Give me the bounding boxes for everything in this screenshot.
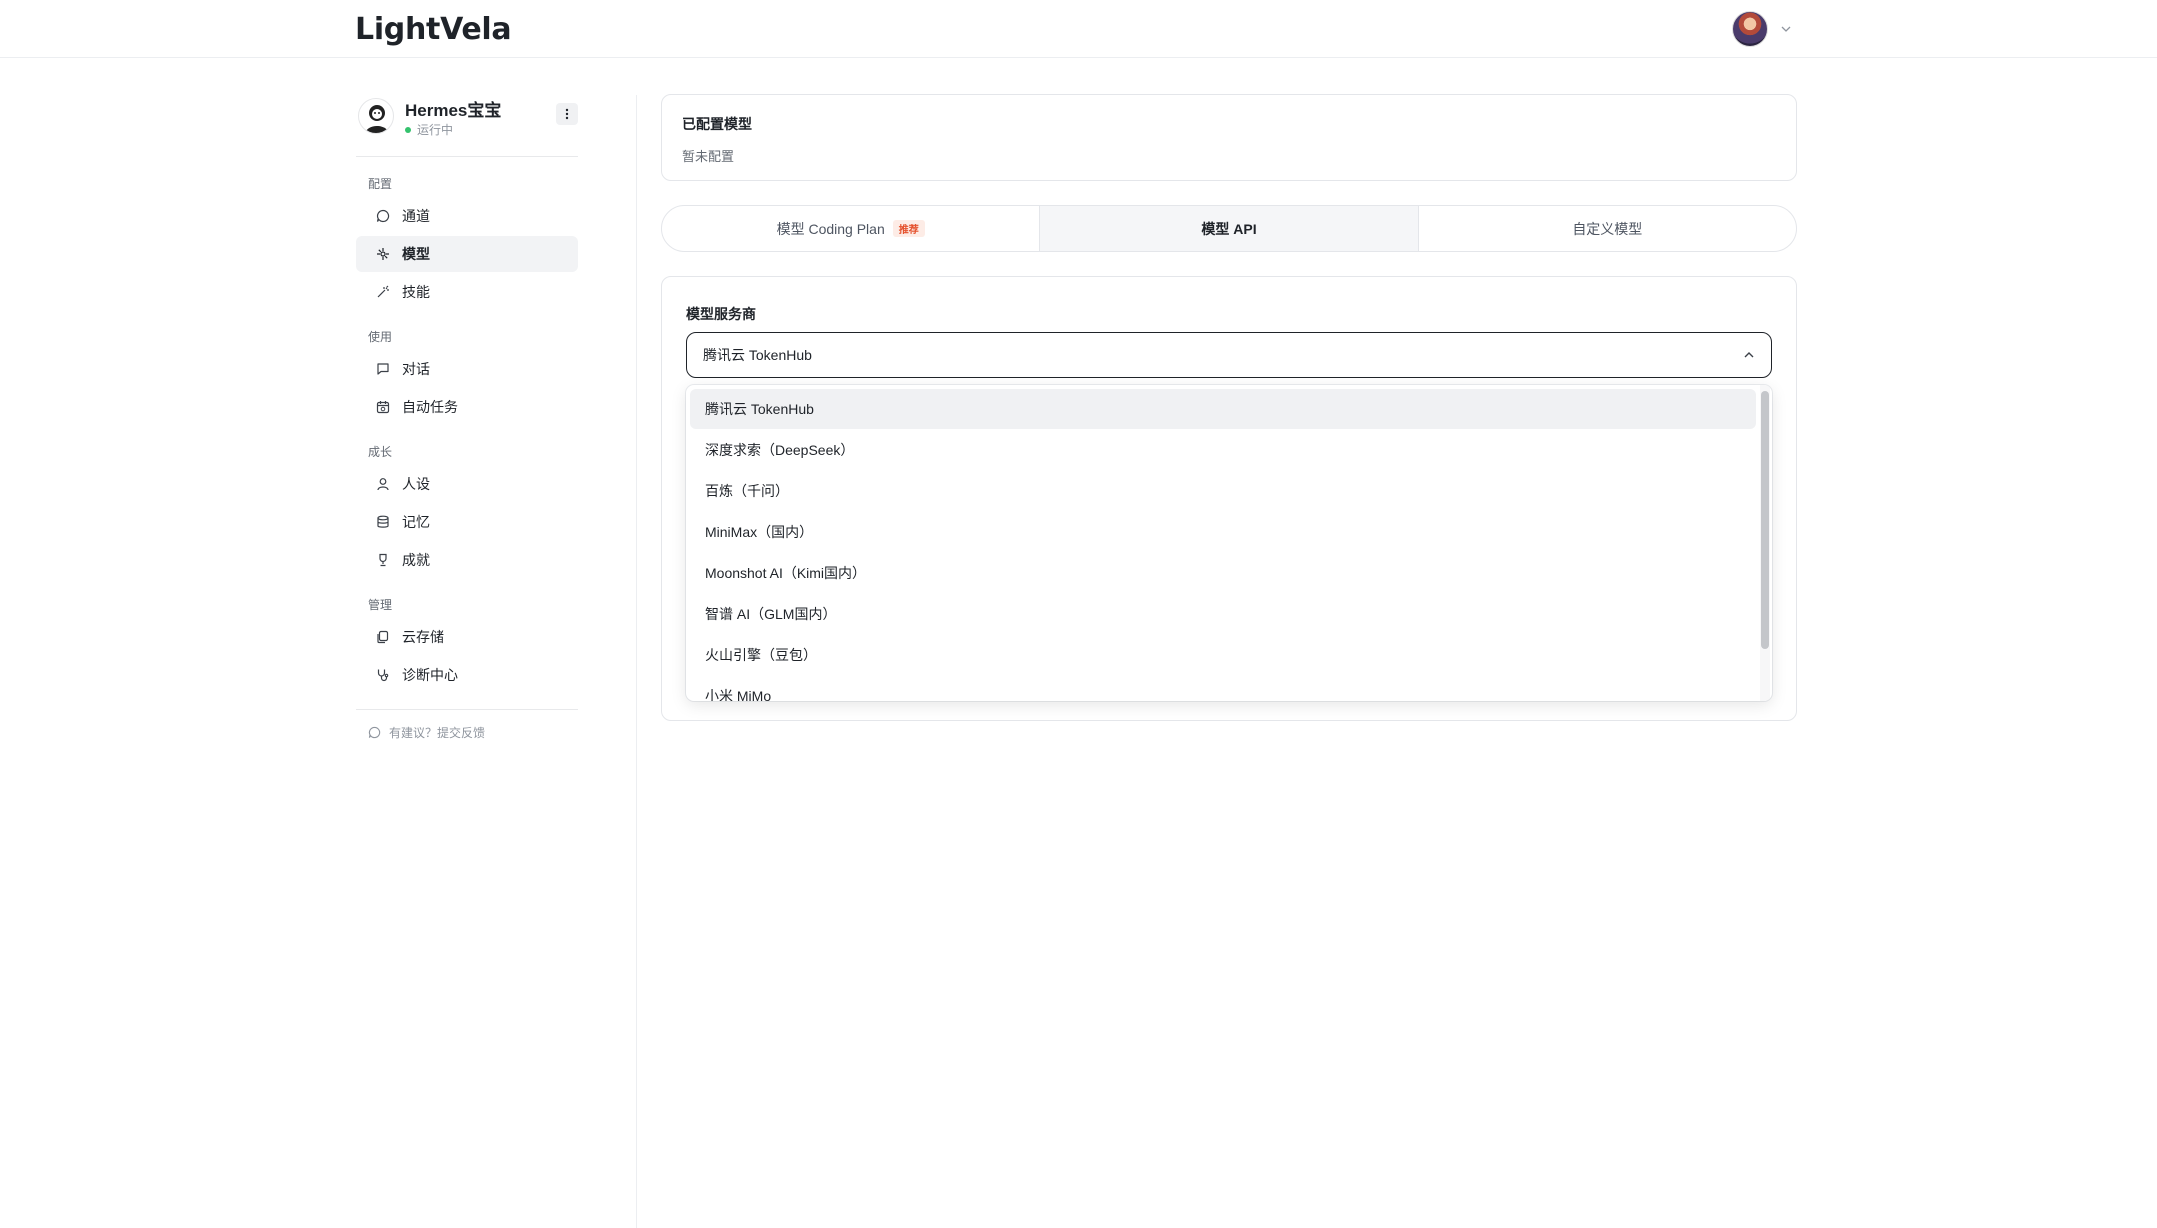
sidebar-item-label: 成就 xyxy=(402,552,430,568)
tab-custom-model[interactable]: 自定义模型 xyxy=(1419,206,1796,251)
provider-option-xiaomi-mimo[interactable]: 小米 MiMo xyxy=(690,676,1756,701)
model-type-tabs: 模型 Coding Plan 推荐 模型 API 自定义模型 xyxy=(661,205,1797,252)
sidebar-divider xyxy=(356,156,578,157)
provider-option-moonshot[interactable]: Moonshot AI（Kimi国内） xyxy=(690,553,1756,593)
tab-model-api[interactable]: 模型 API xyxy=(1040,206,1419,251)
chevron-down-icon xyxy=(1781,26,1791,32)
agent-name: Hermes宝宝 xyxy=(405,101,502,120)
agent-status: 运行中 xyxy=(405,121,453,138)
user-menu[interactable] xyxy=(1732,10,1792,48)
dropdown-scrollbar-thumb[interactable] xyxy=(1761,391,1769,649)
message-square-icon xyxy=(377,363,389,375)
group-label-manage: 管理 xyxy=(368,598,393,612)
sidebar-item-channels[interactable]: 通道 xyxy=(356,198,578,234)
tab-label: 模型 Coding Plan xyxy=(776,220,885,237)
provider-option-volcengine[interactable]: 火山引擎（豆包） xyxy=(690,635,1756,675)
provider-option-deepseek[interactable]: 深度求索（DeepSeek） xyxy=(690,430,1756,470)
sidebar-item-label: 自动任务 xyxy=(402,399,458,415)
provider-select-value: 腾讯云 TokenHub xyxy=(703,347,812,363)
sidebar: Hermes宝宝 运行中 配置 通道 模型 技能 使用 对话 自动任务 成长 人… xyxy=(356,92,578,741)
configured-models-title: 已配置模型 xyxy=(682,116,752,132)
sidebar-item-label: 云存储 xyxy=(402,629,444,645)
user-avatar[interactable] xyxy=(1732,11,1768,47)
provider-option-minimax[interactable]: MiniMax（国内） xyxy=(690,512,1756,552)
provider-option-tencent-tokenhub[interactable]: 腾讯云 TokenHub xyxy=(690,389,1756,429)
group-label-usage: 使用 xyxy=(368,330,393,344)
top-bar: LightVela xyxy=(0,0,2157,58)
feedback-text: 有建议？提交反馈 xyxy=(389,726,486,740)
brand-logo[interactable]: LightVela xyxy=(355,12,512,47)
sidebar-item-memory[interactable]: 记忆 xyxy=(356,504,578,540)
provider-option-bailian[interactable]: 百炼（千问） xyxy=(690,471,1756,511)
tab-label: 模型 API xyxy=(1201,220,1257,237)
trophy-icon xyxy=(379,553,387,567)
sidebar-item-label: 模型 xyxy=(402,246,430,262)
sidebar-item-model[interactable]: 模型 xyxy=(356,236,578,272)
sidebar-item-label: 对话 xyxy=(402,361,430,377)
agent-avatar xyxy=(358,98,394,134)
group-label-config: 配置 xyxy=(368,177,393,191)
sidebar-item-label: 通道 xyxy=(402,208,430,224)
provider-label: 模型服务商 xyxy=(686,306,756,322)
provider-option-list: 腾讯云 TokenHub 深度求索（DeepSeek） 百炼（千问） MiniM… xyxy=(690,389,1756,701)
sidebar-item-achievements[interactable]: 成就 xyxy=(356,542,578,578)
configured-models-empty: 暂未配置 xyxy=(682,149,735,164)
sidebar-item-label: 诊断中心 xyxy=(402,667,458,683)
provider-dropdown: 腾讯云 TokenHub 深度求索（DeepSeek） 百炼（千问） MiniM… xyxy=(686,385,1772,701)
model-icon xyxy=(377,248,389,260)
status-text: 运行中 xyxy=(417,123,454,137)
sidebar-item-chat[interactable]: 对话 xyxy=(356,351,578,387)
tab-label: 自定义模型 xyxy=(1572,220,1643,237)
chat-bubble-icon xyxy=(376,209,390,223)
database-icon xyxy=(377,515,389,528)
sidebar-item-label: 记忆 xyxy=(402,514,430,530)
provider-card: 模型服务商 腾讯云 TokenHub 腾讯云 TokenHub 深度求索（Dee… xyxy=(661,276,1797,721)
sidebar-item-persona[interactable]: 人设 xyxy=(356,466,578,502)
more-options-button[interactable] xyxy=(556,103,578,125)
calendar-clock-icon xyxy=(376,401,390,414)
provider-select[interactable]: 腾讯云 TokenHub xyxy=(686,332,1772,378)
provider-option-zhipu[interactable]: 智谱 AI（GLM国内） xyxy=(690,594,1756,634)
configured-models-card: 已配置模型 暂未配置 xyxy=(661,94,1797,181)
sidebar-item-cloud-storage[interactable]: 云存储 xyxy=(356,619,578,655)
status-dot-icon xyxy=(405,126,411,133)
group-label-growth: 成长 xyxy=(368,445,393,459)
tab-coding-plan[interactable]: 模型 Coding Plan 推荐 xyxy=(662,206,1041,251)
sidebar-item-diagnostics[interactable]: 诊断中心 xyxy=(356,657,578,693)
content-divider xyxy=(636,95,637,1228)
recommended-badge: 推荐 xyxy=(892,220,925,237)
sidebar-item-label: 人设 xyxy=(402,476,430,492)
user-icon xyxy=(377,478,389,491)
chevron-up-icon xyxy=(1744,352,1754,358)
chat-bubble-icon xyxy=(368,726,381,739)
feedback-link[interactable]: 有建议？提交反馈 xyxy=(356,724,578,741)
cloud-storage-icon xyxy=(377,630,389,644)
more-vertical-icon xyxy=(565,108,569,120)
sidebar-item-skills[interactable]: 技能 xyxy=(356,274,578,310)
stethoscope-icon xyxy=(377,669,389,682)
sidebar-item-auto-tasks[interactable]: 自动任务 xyxy=(356,389,578,425)
sidebar-divider xyxy=(356,709,578,710)
sidebar-item-label: 技能 xyxy=(402,284,430,300)
agent-profile: Hermes宝宝 运行中 xyxy=(356,92,578,156)
magic-wand-icon xyxy=(377,285,389,298)
